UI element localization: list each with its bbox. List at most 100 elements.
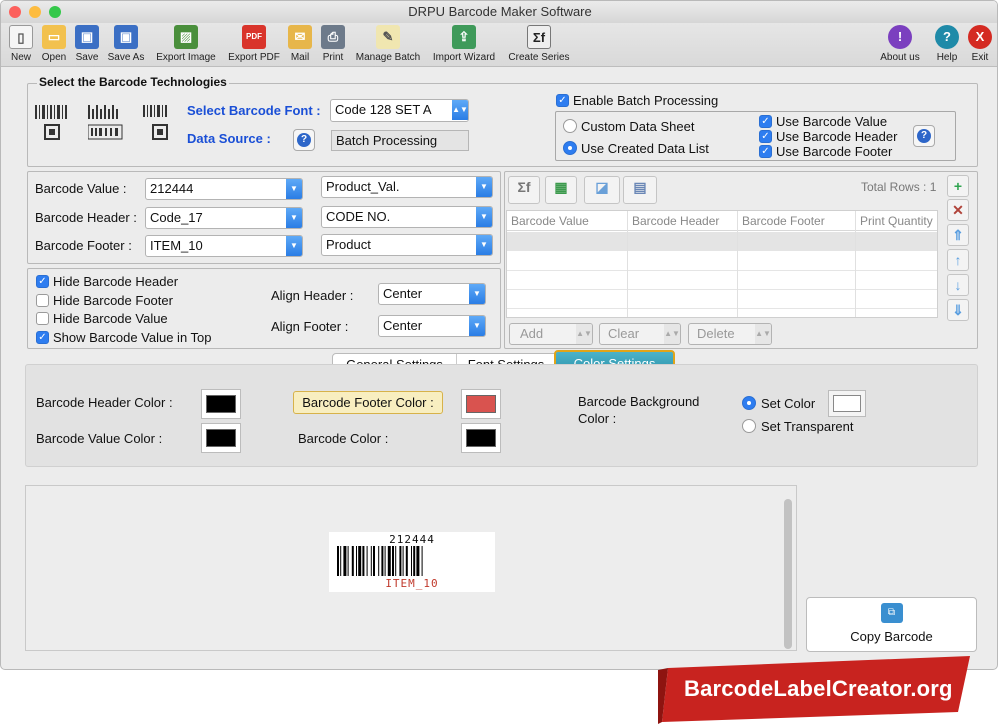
barcode-value-input[interactable]: 212444 ▼ [145, 178, 303, 200]
toolbar: ▯ New ▭ Open ▣ Save ▣ Save As ▨ Export Image … [1, 23, 997, 67]
add-row-button[interactable]: + [947, 175, 969, 197]
help-icon: ? [935, 25, 959, 49]
series-grid-button[interactable]: Σf [508, 176, 540, 204]
barcode-bar [416, 546, 420, 576]
column-barcode-header[interactable]: Barcode Header [632, 214, 719, 228]
column-barcode-value[interactable]: Barcode Value [511, 214, 589, 228]
copy-barcode-button[interactable]: ⧉ Copy Barcode [806, 597, 977, 652]
move-bottom-button[interactable]: ⇓ [947, 299, 969, 321]
open-button[interactable]: ▭ Open [39, 23, 69, 67]
background-color-label-line2: Color : [578, 411, 617, 426]
mail-button[interactable]: ✉ Mail [287, 23, 313, 67]
help-icon: ? [917, 129, 931, 143]
excel-import-button[interactable]: ▦ [545, 176, 577, 204]
background-color-swatch[interactable] [828, 390, 866, 417]
barcode-bar [411, 546, 412, 576]
set-transparent-radio[interactable] [742, 419, 756, 433]
move-top-button[interactable]: ⇑ [947, 224, 969, 246]
import-wizard-button[interactable]: ⇪ Import Wizard [429, 23, 499, 67]
manage-batch-button[interactable]: ✎ Manage Batch [352, 23, 424, 67]
use-created-data-list-radio[interactable] [563, 141, 577, 155]
use-barcode-footer-checkbox[interactable]: ✓ [759, 145, 772, 158]
zoom-window-button[interactable] [49, 6, 61, 18]
close-window-button[interactable] [9, 6, 21, 18]
barcode-bar [413, 546, 416, 576]
barcode-bar [373, 546, 375, 576]
preview-scrollbar[interactable] [784, 499, 792, 649]
footer-color-swatch[interactable] [461, 389, 501, 419]
save-button[interactable]: ▣ Save [73, 23, 101, 67]
barcode-color-swatch[interactable] [461, 423, 501, 453]
column-print-quantity[interactable]: Print Quantity [860, 214, 933, 228]
header-color-swatch[interactable] [201, 389, 241, 419]
use-barcode-value-checkbox[interactable]: ✓ [759, 115, 772, 128]
hide-footer-checkbox[interactable] [36, 294, 49, 307]
minimize-window-button[interactable] [29, 6, 41, 18]
plus-icon: + [953, 178, 963, 194]
data-source-help-button[interactable]: ? [293, 129, 315, 151]
chevron-down-icon: ▼ [286, 236, 302, 256]
technologies-group-title: Select the Barcode Technologies [37, 75, 229, 89]
table-row[interactable] [507, 232, 937, 251]
data-source-value: Batch Processing [336, 133, 438, 148]
custom-data-sheet-radio[interactable] [563, 119, 577, 133]
add-select[interactable]: Add ▲▼ [509, 323, 593, 345]
linear-barcode-icon [35, 105, 71, 141]
print-button[interactable]: ⎙ Print [319, 23, 347, 67]
exit-button[interactable]: X Exit [967, 23, 993, 67]
about-button[interactable]: ! About us [877, 23, 923, 67]
batch-data-table[interactable]: Barcode Value Barcode Header Barcode Foo… [506, 210, 938, 318]
column-divider [627, 211, 628, 317]
barcode-bar [366, 546, 368, 576]
custom-data-sheet-label: Custom Data Sheet [581, 119, 695, 134]
clear-select[interactable]: Clear ▲▼ [599, 323, 681, 345]
align-footer-select[interactable]: Center ▼ [378, 315, 486, 337]
chevron-down-icon: ▼ [476, 207, 492, 227]
barcode-footer-input[interactable]: ITEM_10 ▼ [145, 235, 303, 257]
set-color-radio[interactable] [742, 396, 756, 410]
export-image-button[interactable]: ▨ Export Image [153, 23, 219, 67]
barcode-font-select[interactable]: Code 128 SET A ▲▼ [330, 99, 469, 122]
barcode-footer-column-select[interactable]: Product ▼ [321, 234, 493, 256]
use-barcode-footer-label: Use Barcode Footer [776, 144, 893, 159]
barcode-footer-column-text: Product [326, 237, 371, 252]
barcode-value-column-select[interactable]: Product_Val. ▼ [321, 176, 493, 198]
new-button[interactable]: ▯ New [7, 23, 35, 67]
export-list-button[interactable]: ▤ [623, 176, 657, 204]
save-as-button[interactable]: ▣ Save As [105, 23, 147, 67]
hide-value-checkbox[interactable] [36, 312, 49, 325]
move-up-button[interactable]: ↑ [947, 249, 969, 271]
barcode-bar [402, 546, 404, 576]
barcode-header-input[interactable]: Code_17 ▼ [145, 207, 303, 229]
barcode-header-text: Code_17 [150, 210, 203, 225]
value-color-swatch[interactable] [201, 423, 241, 453]
arrow-up-icon: ↑ [954, 252, 962, 268]
barcode-bar [392, 546, 394, 576]
show-value-top-checkbox[interactable]: ✓ [36, 331, 49, 344]
row-divider [507, 308, 937, 309]
help-button[interactable]: ? Help [934, 23, 960, 67]
barcode-bar [395, 546, 397, 576]
export-pdf-button[interactable]: PDF Export PDF [225, 23, 283, 67]
enable-batch-checkbox[interactable]: ✓ [556, 94, 569, 107]
hide-header-checkbox[interactable]: ✓ [36, 275, 49, 288]
use-barcode-header-checkbox[interactable]: ✓ [759, 130, 772, 143]
column-barcode-footer[interactable]: Barcode Footer [742, 214, 825, 228]
align-header-select[interactable]: Center ▼ [378, 283, 486, 305]
delete-row-button[interactable]: ✕ [947, 199, 969, 221]
set-transparent-label: Set Transparent [761, 419, 854, 434]
delete-select[interactable]: Delete ▲▼ [688, 323, 772, 345]
create-series-button[interactable]: Σf Create Series [505, 23, 573, 67]
move-down-button[interactable]: ↓ [947, 274, 969, 296]
about-icon: ! [888, 25, 912, 49]
eraser-button[interactable]: ◪ [584, 176, 620, 204]
barcode-header-column-select[interactable]: CODE NO. ▼ [321, 206, 493, 228]
batch-edit-icon: ✎ [376, 25, 400, 49]
footer-color-label-box: Barcode Footer Color : [293, 391, 443, 414]
barcode-bars [337, 546, 423, 576]
use-created-data-list-label: Use Created Data List [581, 141, 709, 156]
barcode-color-label: Barcode Color : [298, 431, 389, 446]
barcode-bar [337, 546, 339, 576]
batch-help-button[interactable]: ? [913, 125, 935, 147]
title-bar: DRPU Barcode Maker Software [1, 1, 997, 23]
